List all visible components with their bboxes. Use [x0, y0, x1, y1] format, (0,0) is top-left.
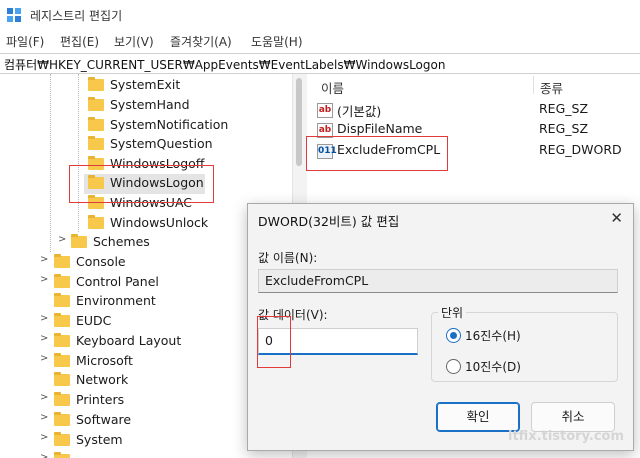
chevron-right-icon[interactable]: > [40, 412, 50, 423]
chevron-right-icon[interactable]: > [40, 392, 50, 403]
value-row[interactable]: ab (기본값) REG_SZ [317, 100, 637, 120]
menu-favorites[interactable]: 즐겨찾기(A) [170, 33, 232, 50]
folder-icon [54, 353, 70, 367]
folder-icon [88, 117, 104, 131]
folder-icon [54, 333, 70, 347]
value-name-text: ExcludeFromCPL [265, 273, 369, 288]
value-name-field: ExcludeFromCPL [258, 269, 618, 293]
address-bar[interactable]: 컴퓨터₩HKEY_CURRENT_USER₩AppEvents₩EventLab… [0, 53, 640, 74]
chevron-right-icon[interactable]: > [40, 333, 50, 344]
menu-view[interactable]: 보기(V) [114, 33, 154, 50]
menu-help[interactable]: 도움말(H) [251, 33, 303, 50]
chevron-right-icon[interactable]: > [40, 254, 50, 265]
chevron-right-icon[interactable]: > [58, 234, 68, 245]
radio-hex[interactable]: 16진수(H) [436, 325, 606, 345]
value-name-label: 값 이름(N): [258, 251, 318, 265]
folder-icon [54, 254, 70, 268]
column-header-type[interactable]: 종류 [540, 78, 563, 97]
tree-scrollbar-thumb[interactable] [296, 78, 302, 166]
column-header-name[interactable]: 이름 [321, 78, 344, 97]
folder-icon [54, 274, 70, 288]
menu-edit[interactable]: 편집(E) [60, 33, 99, 50]
dialog-title: DWORD(32비트) 값 편집 [258, 214, 400, 229]
tree-guide-line [50, 74, 51, 252]
registry-editor-icon [7, 8, 21, 22]
folder-icon [54, 452, 70, 458]
highlight-box-selected-key [69, 165, 214, 203]
highlight-box-value [306, 136, 448, 171]
folder-icon [54, 432, 70, 446]
chevron-right-icon[interactable]: > [40, 432, 50, 443]
folder-icon [88, 77, 104, 91]
folder-icon [88, 215, 104, 229]
close-icon[interactable]: ✕ [610, 209, 623, 227]
chevron-right-icon[interactable]: > [40, 313, 50, 324]
ok-button[interactable]: 확인 [436, 402, 520, 432]
address-path[interactable]: 컴퓨터₩HKEY_CURRENT_USER₩AppEvents₩EventLab… [4, 56, 445, 73]
window-title: 레지스트리 편집기 [30, 9, 123, 23]
dword-edit-dialog: DWORD(32비트) 값 편집 ✕ 값 이름(N): ExcludeFromC… [247, 203, 634, 451]
tree-guide-line [78, 74, 79, 232]
radio-decimal[interactable]: 10진수(D) [436, 356, 606, 376]
folder-icon [54, 372, 70, 386]
radio-unselected-icon[interactable] [446, 359, 461, 374]
base-label: 단위 [438, 304, 467, 321]
watermark: itfix.tistory.com [508, 429, 624, 444]
folder-icon [71, 234, 87, 248]
column-separator[interactable] [533, 76, 534, 94]
chevron-right-icon[interactable]: > [40, 353, 50, 364]
folder-icon [54, 293, 70, 307]
radio-selected-icon[interactable] [446, 328, 461, 343]
chevron-right-icon[interactable]: > [40, 274, 50, 285]
menu-bar: 파일(F) 편집(E) 보기(V) 즐겨찾기(A) 도움말(H) [0, 30, 640, 52]
highlight-box-value-data [257, 316, 291, 368]
menu-file[interactable]: 파일(F) [6, 33, 44, 50]
folder-icon [88, 97, 104, 111]
folder-icon [54, 412, 70, 426]
string-value-icon: ab [317, 103, 333, 118]
chevron-right-icon[interactable]: > [40, 452, 50, 458]
folder-icon [88, 136, 104, 150]
folder-icon [54, 392, 70, 406]
cancel-button[interactable]: 취소 [531, 402, 615, 432]
folder-icon [54, 313, 70, 327]
